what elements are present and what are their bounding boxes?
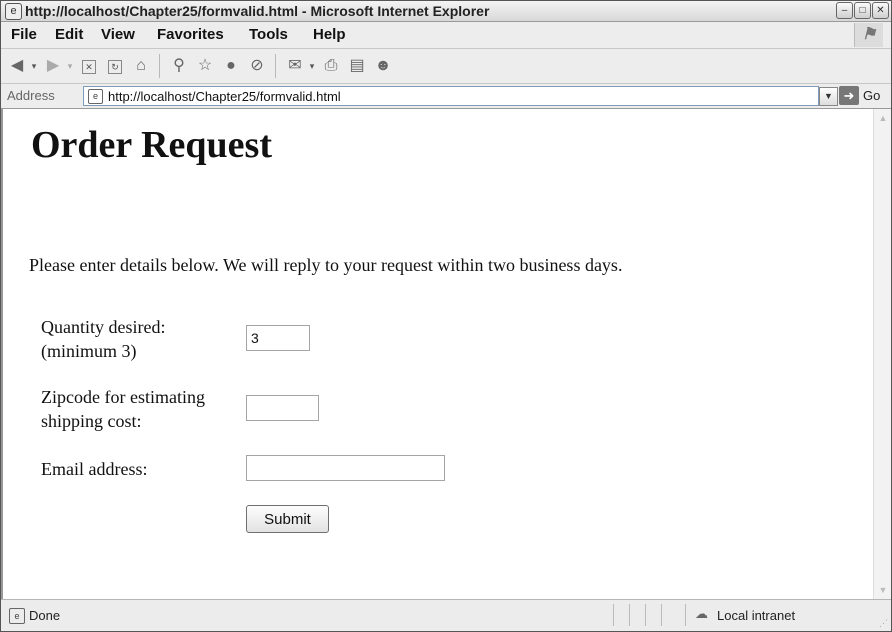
refresh-icon[interactable]: ↻ <box>105 56 125 76</box>
go-arrow-icon[interactable]: ➜ <box>839 86 859 105</box>
submit-button[interactable]: Submit <box>246 505 329 533</box>
forward-icon[interactable]: ▶ <box>43 56 63 76</box>
address-url[interactable]: http://localhost/Chapter25/formvalid.htm… <box>108 89 341 104</box>
quantity-input[interactable] <box>246 325 310 351</box>
favorites-icon[interactable]: ☆ <box>195 56 215 76</box>
windows-logo-icon: ⚑ <box>854 23 883 47</box>
status-separator <box>645 604 646 626</box>
window-controls: – □ ✕ <box>836 2 889 19</box>
zipcode-label-line1: Zipcode for estimating <box>41 387 205 407</box>
quantity-label-line1: Quantity desired: <box>41 317 166 337</box>
status-text: Done <box>29 608 61 623</box>
address-input[interactable]: e http://localhost/Chapter25/formvalid.h… <box>83 86 819 106</box>
mail-icon[interactable]: ✉ <box>285 56 305 76</box>
home-icon[interactable]: ⌂ <box>131 56 151 76</box>
back-dropdown-icon[interactable]: ▾ <box>29 56 39 76</box>
address-bar: Address e http://localhost/Chapter25/for… <box>1 84 891 109</box>
browser-window: e http://localhost/Chapter25/formvalid.h… <box>0 0 892 632</box>
page-content: Order Request Please enter details below… <box>1 109 873 599</box>
back-icon[interactable]: ◀ <box>7 56 27 76</box>
status-separator <box>613 604 614 626</box>
mail-dropdown-icon[interactable]: ▾ <box>307 56 317 76</box>
intranet-zone-icon: ☁ <box>695 606 708 621</box>
page-icon: e <box>88 89 103 104</box>
zipcode-input[interactable] <box>246 395 319 421</box>
page-done-icon: e <box>9 608 25 624</box>
stop-icon[interactable]: ✕ <box>79 56 99 76</box>
status-separator <box>661 604 662 626</box>
title-bar[interactable]: e http://localhost/Chapter25/formvalid.h… <box>1 1 891 22</box>
messenger-icon[interactable]: ☻ <box>373 56 393 76</box>
address-dropdown-button[interactable]: ▼ <box>819 87 838 106</box>
scroll-down-icon[interactable]: ▼ <box>877 585 889 595</box>
media-icon[interactable]: ● <box>221 56 241 76</box>
ie-page-icon: e <box>5 3 22 20</box>
intro-text: Please enter details below. We will repl… <box>29 255 623 275</box>
menu-bar: File Edit View Favorites Tools Help ⚑ <box>1 22 891 49</box>
email-label: Email address: <box>41 459 148 479</box>
scroll-up-icon[interactable]: ▲ <box>877 113 889 123</box>
toolbar-separator <box>159 54 160 78</box>
vertical-scrollbar[interactable]: ▲ ▼ <box>873 109 891 599</box>
status-separator <box>685 604 686 626</box>
forward-dropdown-icon[interactable]: ▾ <box>65 56 75 76</box>
go-button-label[interactable]: Go <box>863 88 880 103</box>
close-button[interactable]: ✕ <box>872 2 889 19</box>
zone-text: Local intranet <box>717 608 796 623</box>
page-heading: Order Request <box>31 124 272 166</box>
print-icon[interactable]: ⎙ <box>321 56 341 76</box>
standard-toolbar: ◀ ▾ ▶ ▾ ✕ ↻ ⌂ ⚲ ☆ ● ⊘ ✉ ▾ ⎙ ▤ ☻ <box>1 49 891 84</box>
minimize-button[interactable]: – <box>836 2 853 19</box>
email-input[interactable] <box>246 455 445 481</box>
menu-edit[interactable]: Edit <box>55 26 83 43</box>
address-label: Address <box>7 88 55 103</box>
window-title: http://localhost/Chapter25/formvalid.htm… <box>25 3 490 19</box>
menu-file[interactable]: File <box>11 26 37 43</box>
menu-favorites[interactable]: Favorites <box>157 26 224 43</box>
resize-grip-icon[interactable]: ⋰ <box>879 618 888 629</box>
zipcode-label-line2: shipping cost: <box>41 411 142 431</box>
status-separator <box>629 604 630 626</box>
maximize-button[interactable]: □ <box>854 2 871 19</box>
toolbar-separator <box>275 54 276 78</box>
zipcode-label: Zipcode for estimating shipping cost: <box>41 385 205 433</box>
status-bar: e Done ☁ Local intranet ⋰ <box>1 599 891 631</box>
edit-icon[interactable]: ▤ <box>347 56 367 76</box>
search-icon[interactable]: ⚲ <box>169 56 189 76</box>
menu-help[interactable]: Help <box>313 26 346 43</box>
history-icon[interactable]: ⊘ <box>247 56 267 76</box>
quantity-label-line2: (minimum 3) <box>41 341 137 361</box>
quantity-label: Quantity desired: (minimum 3) <box>41 315 165 363</box>
menu-view[interactable]: View <box>101 26 135 43</box>
menu-tools[interactable]: Tools <box>249 26 288 43</box>
